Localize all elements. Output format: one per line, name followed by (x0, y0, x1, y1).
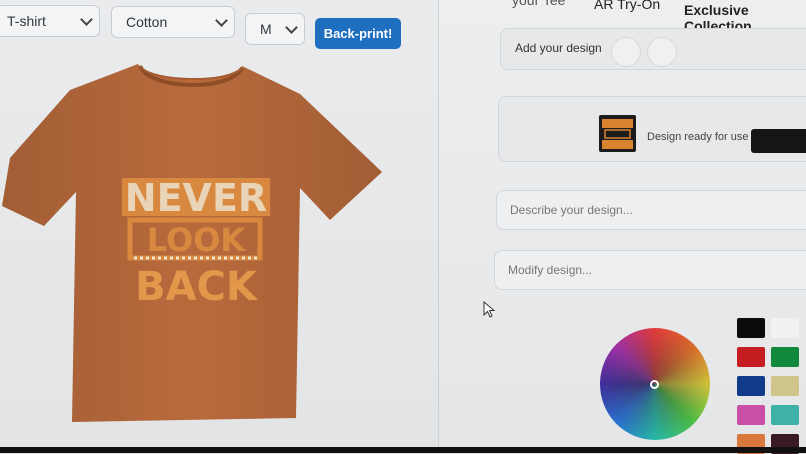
size-select[interactable]: M (245, 13, 305, 45)
back-print-button[interactable]: Back-print! (315, 18, 401, 49)
add-design-label: Add your design (515, 41, 602, 55)
modify-design-input[interactable]: Modify design... (494, 250, 806, 290)
bottom-edge (0, 447, 806, 453)
color-wheel-handle[interactable] (650, 380, 659, 389)
color-swatch[interactable] (737, 405, 765, 425)
use-design-button[interactable] (751, 129, 806, 153)
chevron-down-icon (285, 21, 298, 34)
color-swatch[interactable] (737, 318, 765, 338)
tshirt-preview: NEVER LOOK BACK (0, 60, 390, 430)
upload-circle-button[interactable] (611, 37, 641, 67)
design-thumbnail[interactable] (599, 115, 636, 152)
tshirt-image: NEVER LOOK BACK (2, 64, 382, 422)
add-design-card: Add your design (500, 28, 806, 70)
material-select-value: Cotton (126, 14, 168, 30)
design-thumbnail-image (602, 119, 633, 149)
print-line-2: LOOK (147, 221, 247, 259)
color-swatch[interactable] (737, 347, 765, 367)
product-select-value: T-shirt (7, 13, 46, 29)
color-swatch[interactable] (771, 347, 799, 367)
color-wheel[interactable] (600, 328, 710, 440)
design-ready-card: Design ready for use (498, 96, 806, 162)
print-line-1: NEVER (125, 176, 267, 220)
color-swatch[interactable] (771, 376, 799, 396)
color-swatch[interactable] (737, 376, 765, 396)
mouse-cursor-icon (483, 301, 495, 318)
chevron-down-icon (80, 13, 93, 26)
product-select[interactable]: T-shirt (0, 5, 100, 37)
upload-circle-button-2[interactable] (647, 37, 677, 67)
material-select[interactable]: Cotton (111, 6, 235, 38)
nav-your-tee[interactable]: your Tee (512, 0, 565, 8)
describe-design-placeholder: Describe your design... (510, 203, 633, 217)
size-select-value: M (260, 21, 272, 37)
describe-design-input[interactable]: Describe your design... (496, 190, 806, 230)
color-swatch[interactable] (771, 318, 799, 338)
color-swatch[interactable] (771, 405, 799, 425)
modify-design-placeholder: Modify design... (508, 263, 593, 277)
print-line-3: BACK (135, 264, 259, 310)
chevron-down-icon (215, 14, 228, 27)
design-status-text: Design ready for use (647, 131, 749, 143)
nav-ar-try-on[interactable]: AR Try-On (594, 0, 660, 12)
